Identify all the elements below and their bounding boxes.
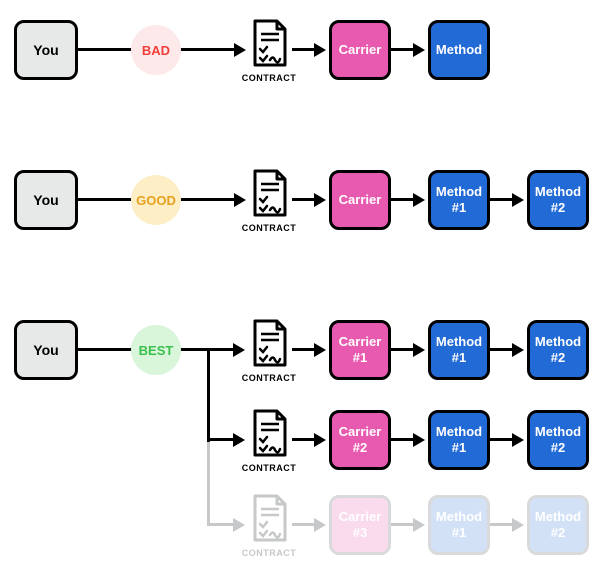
method-label: Method #1 — [435, 334, 483, 365]
connector-line — [391, 348, 415, 351]
contract-icon — [249, 409, 289, 459]
arrow-icon — [314, 433, 326, 447]
method-label: Method #1 — [435, 509, 483, 540]
arrow-icon — [233, 518, 245, 532]
carrier-label: Carrier #2 — [336, 424, 384, 455]
arrow-icon — [512, 518, 524, 532]
carrier-box: Carrier — [329, 170, 391, 230]
carrier-box: Carrier — [329, 20, 391, 80]
contract-icon — [249, 494, 289, 544]
method-label: Method #2 — [534, 424, 582, 455]
connector-line — [391, 198, 415, 201]
carrier-label: Carrier #1 — [336, 334, 384, 365]
connector-line — [391, 438, 415, 441]
arrow-icon — [512, 193, 524, 207]
method-box: Method #1 — [428, 410, 490, 470]
method-label: Method #2 — [534, 184, 582, 215]
arrow-icon — [413, 43, 425, 57]
contract-label: CONTRACT — [239, 373, 299, 383]
connector-line — [490, 348, 514, 351]
quality-badge-good: GOOD — [131, 175, 181, 225]
carrier-label: Carrier #3 — [336, 509, 384, 540]
arrow-icon — [314, 193, 326, 207]
carrier-box: Carrier #1 — [329, 320, 391, 380]
connector-line — [292, 48, 316, 51]
arrow-icon — [314, 343, 326, 357]
method-box-faded: Method #1 — [428, 495, 490, 555]
connector-line — [207, 438, 235, 441]
connector-line — [207, 523, 235, 526]
arrow-icon — [512, 433, 524, 447]
you-box-best: You — [14, 320, 78, 380]
arrow-icon — [233, 433, 245, 447]
connector-line — [391, 48, 415, 51]
method-box: Method — [428, 20, 490, 80]
carrier-label: Carrier — [339, 192, 382, 208]
connector-line — [207, 348, 210, 442]
arrow-icon — [413, 433, 425, 447]
arrow-icon — [413, 518, 425, 532]
badge-label: BAD — [142, 43, 170, 58]
carrier-label: Carrier — [339, 42, 382, 58]
contract-label: CONTRACT — [239, 73, 299, 83]
carrier-box: Carrier #2 — [329, 410, 391, 470]
connector-line — [207, 348, 235, 351]
method-label: Method #1 — [435, 424, 483, 455]
you-label: You — [33, 342, 58, 358]
quality-badge-best: BEST — [131, 325, 181, 375]
arrow-icon — [413, 193, 425, 207]
method-label: Method #1 — [435, 184, 483, 215]
contract-icon — [249, 169, 289, 219]
arrow-icon — [512, 343, 524, 357]
contract-label: CONTRACT — [239, 463, 299, 473]
method-box: Method #1 — [428, 170, 490, 230]
arrow-icon — [234, 43, 246, 57]
badge-label: BEST — [139, 343, 174, 358]
connector-line — [292, 198, 316, 201]
method-label: Method — [436, 42, 482, 58]
arrow-icon — [314, 518, 326, 532]
method-label: Method #2 — [534, 509, 582, 540]
arrow-icon — [233, 343, 245, 357]
connector-line — [207, 442, 210, 525]
you-label: You — [33, 192, 58, 208]
connector-line — [292, 348, 316, 351]
contract-label: CONTRACT — [239, 223, 299, 233]
arrow-icon — [234, 193, 246, 207]
contract-icon — [249, 319, 289, 369]
connector-line — [490, 523, 514, 526]
you-box-bad: You — [14, 20, 78, 80]
method-label: Method #2 — [534, 334, 582, 365]
connector-line — [490, 198, 514, 201]
quality-badge-bad: BAD — [131, 25, 181, 75]
contract-icon — [249, 19, 289, 69]
badge-label: GOOD — [136, 193, 176, 208]
connector-line — [391, 523, 415, 526]
connector-line — [292, 438, 316, 441]
arrow-icon — [314, 43, 326, 57]
carrier-box-faded: Carrier #3 — [329, 495, 391, 555]
connector-line — [490, 438, 514, 441]
diagram-canvas: You BAD CONTRACT Carrier Method You GOOD… — [0, 0, 600, 572]
connector-line — [292, 523, 316, 526]
you-label: You — [33, 42, 58, 58]
method-box: Method #2 — [527, 170, 589, 230]
contract-label: CONTRACT — [239, 548, 299, 558]
method-box-faded: Method #2 — [527, 495, 589, 555]
method-box: Method #2 — [527, 410, 589, 470]
arrow-icon — [413, 343, 425, 357]
you-box-good: You — [14, 170, 78, 230]
method-box: Method #2 — [527, 320, 589, 380]
method-box: Method #1 — [428, 320, 490, 380]
